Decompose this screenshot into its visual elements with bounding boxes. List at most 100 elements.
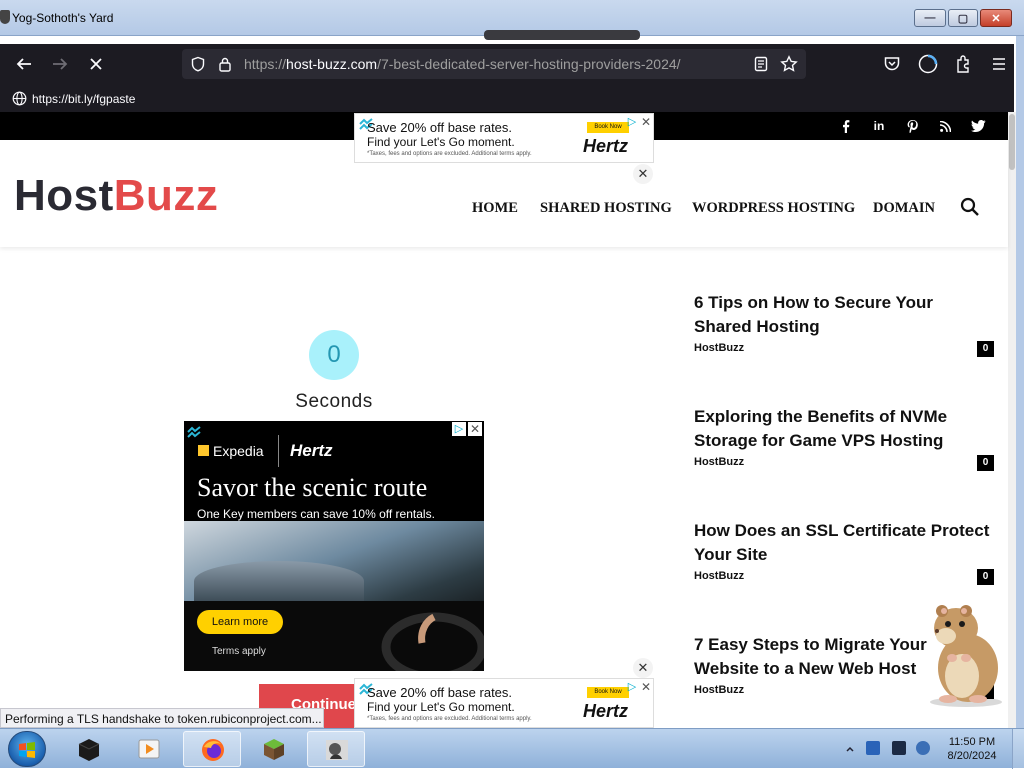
- display-ad[interactable]: ▷ ✕ Expedia Hertz Savor the scenic route…: [184, 421, 484, 671]
- forward-arrow-icon: [53, 58, 68, 70]
- app-icon: [0, 10, 10, 24]
- countdown-label: Seconds: [295, 391, 373, 412]
- comment-count-badge[interactable]: 0: [977, 455, 994, 471]
- window-border: [1016, 36, 1024, 728]
- taskbar-app-image-viewer[interactable]: [307, 731, 365, 767]
- adchoices-icon[interactable]: ▷: [625, 115, 639, 129]
- taskbar-app-minecraft[interactable]: [245, 731, 303, 767]
- expedia-logo-icon: [198, 445, 209, 456]
- start-button[interactable]: [8, 731, 46, 767]
- stop-icon: [90, 58, 102, 70]
- account-icon[interactable]: [918, 54, 938, 74]
- ad-network-icon: [187, 426, 201, 438]
- steering-wheel-illustration: [381, 612, 484, 671]
- close-window-button[interactable]: ✕: [980, 9, 1012, 27]
- stop-loading-button[interactable]: [83, 52, 109, 76]
- window-title: Yog-Sothoth's Yard: [12, 11, 114, 25]
- post-title[interactable]: Exploring the Benefits of NVMe Storage f…: [694, 405, 994, 453]
- adchoices-icon[interactable]: ▷: [452, 422, 466, 436]
- taskbar: 11:50 PM 8/20/2024: [0, 728, 1024, 769]
- taskbar-app-firefox[interactable]: [183, 731, 241, 767]
- url-bar[interactable]: https://host-buzz.com/7-best-dedicated-s…: [182, 49, 806, 79]
- post-author[interactable]: HostBuzz: [694, 684, 744, 696]
- show-desktop-button[interactable]: [1012, 729, 1024, 769]
- linkedin-icon[interactable]: in: [870, 118, 888, 134]
- terminal-icon: [78, 739, 100, 761]
- back-button[interactable]: [11, 52, 37, 76]
- countdown-counter: 0: [309, 330, 359, 380]
- post-title[interactable]: How Does an SSL Certificate Protect Your…: [694, 519, 994, 567]
- post-author[interactable]: HostBuzz: [694, 456, 744, 468]
- url-text[interactable]: https://host-buzz.com/7-best-dedicated-s…: [244, 56, 681, 72]
- pinterest-icon[interactable]: [903, 118, 921, 134]
- nav-wordpress-hosting[interactable]: WORDPRESS HOSTING: [692, 200, 855, 217]
- ad-subline: Find your Let's Go moment.: [367, 135, 515, 149]
- hamster-mascot-image[interactable]: [922, 604, 1006, 708]
- ad-fineprint: *Taxes, fees and options are excluded. A…: [367, 716, 532, 722]
- ad-book-now-button[interactable]: Book Now: [587, 687, 629, 698]
- adchoices-icon[interactable]: ▷: [625, 680, 639, 694]
- ad-close-icon[interactable]: ✕: [468, 422, 482, 436]
- taskbar-app-media[interactable]: [120, 731, 178, 767]
- nav-home[interactable]: HOME: [472, 200, 518, 217]
- ad-brand-divider: [278, 435, 279, 467]
- facebook-icon[interactable]: [837, 118, 855, 134]
- pocket-icon[interactable]: [883, 55, 901, 73]
- tray-network-icon[interactable]: [866, 741, 880, 755]
- maximize-button[interactable]: ▢: [948, 9, 978, 27]
- shield-icon[interactable]: [190, 56, 206, 72]
- image-viewer-icon: [326, 740, 348, 760]
- post-title[interactable]: 6 Tips on How to Secure Your Shared Host…: [694, 291, 994, 339]
- ad-subline: Find your Let's Go moment.: [367, 700, 515, 714]
- learn-more-button[interactable]: Learn more: [197, 610, 283, 634]
- ad-fineprint: *Taxes, fees and options are excluded. A…: [367, 151, 532, 157]
- nav-shared-hosting[interactable]: SHARED HOSTING: [540, 200, 672, 217]
- ad-headline: Savor the scenic route: [197, 473, 428, 502]
- ad-close-icon[interactable]: ✕: [639, 115, 653, 129]
- page-scrollbar[interactable]: [1008, 112, 1016, 728]
- bookmark-star-icon[interactable]: [780, 55, 798, 73]
- site-logo[interactable]: HostBuzz: [14, 171, 218, 221]
- minimize-icon: —: [924, 12, 936, 24]
- ad-close-icon[interactable]: ✕: [639, 680, 653, 694]
- grass-block-icon: [264, 739, 284, 760]
- search-icon[interactable]: [960, 197, 980, 217]
- tray-volume-icon[interactable]: [916, 741, 930, 755]
- top-ad-banner[interactable]: Save 20% off base rates. Find your Let's…: [354, 113, 654, 163]
- close-ad-button[interactable]: ✕: [633, 658, 653, 678]
- bottom-ad-banner[interactable]: Save 20% off base rates. Find your Let's…: [354, 678, 654, 728]
- post-author[interactable]: HostBuzz: [694, 570, 744, 582]
- status-bar: Performing a TLS handshake to token.rubi…: [0, 708, 324, 728]
- clock-date: 8/20/2024: [947, 750, 997, 762]
- taskbar-app-terminal[interactable]: [60, 731, 118, 767]
- close-ad-button[interactable]: ✕: [633, 164, 653, 184]
- ad-brand-logo: Hertz: [583, 701, 629, 721]
- browser-toolbar: https://host-buzz.com/7-best-dedicated-s…: [0, 44, 1014, 84]
- nav-domain[interactable]: DOMAIN: [873, 200, 935, 217]
- tray-expand-icon[interactable]: [845, 744, 855, 754]
- rss-icon[interactable]: [936, 118, 954, 134]
- lock-icon[interactable]: [218, 56, 232, 72]
- scrollbar-thumb[interactable]: [1009, 114, 1015, 170]
- forward-button[interactable]: [47, 52, 73, 76]
- twitter-icon[interactable]: [969, 118, 987, 134]
- media-player-icon: [138, 739, 160, 759]
- ad-book-now-button[interactable]: Book Now: [587, 122, 629, 133]
- close-icon: ✕: [991, 12, 1001, 25]
- tab-strip[interactable]: [484, 30, 640, 40]
- firefox-icon: [202, 739, 224, 761]
- comment-count-badge[interactable]: 0: [977, 341, 994, 357]
- reader-view-icon[interactable]: [754, 56, 768, 72]
- clock-time: 11:50 PM: [948, 736, 996, 748]
- system-clock[interactable]: 11:50 PM 8/20/2024: [940, 735, 1004, 763]
- minimize-button[interactable]: —: [914, 9, 946, 27]
- extensions-icon[interactable]: [955, 54, 973, 74]
- menu-icon[interactable]: [991, 56, 1007, 72]
- post-author[interactable]: HostBuzz: [694, 342, 744, 354]
- comment-count-badge[interactable]: 0: [977, 569, 994, 585]
- ad-headline: Save 20% off base rates.: [367, 685, 513, 700]
- tray-display-icon[interactable]: [892, 741, 906, 755]
- ad-photo-mountain: [194, 561, 364, 601]
- ad-brand-hertz: Hertz: [290, 441, 333, 460]
- bookmark-item[interactable]: https://bit.ly/fgpaste: [32, 92, 135, 106]
